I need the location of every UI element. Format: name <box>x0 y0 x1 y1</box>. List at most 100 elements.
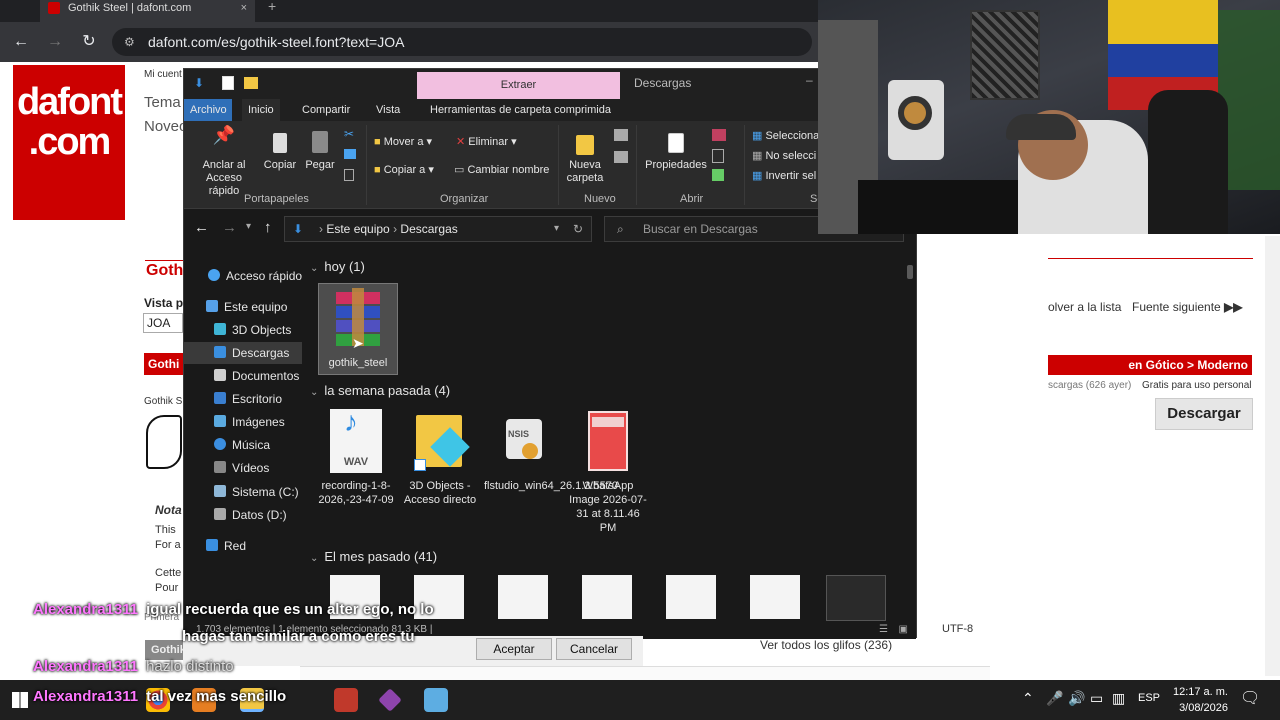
sidebar-item-red[interactable]: Red <box>206 535 246 557</box>
recent-locations-icon[interactable]: ▾ <box>246 221 251 232</box>
aceptar-button[interactable]: Aceptar <box>476 638 552 660</box>
sidebar-item-sistema-c[interactable]: Sistema (C:) <box>214 481 299 503</box>
sidebar-item-descargas[interactable]: Descargas <box>184 342 302 364</box>
page-scrollbar[interactable] <box>1265 236 1280 676</box>
ver-glifos-link[interactable]: Ver todos los glifos (236) <box>760 638 892 652</box>
quick-access-arrow-icon[interactable]: ⬇ <box>194 76 204 90</box>
breadcrumb-descargas[interactable]: Descargas <box>400 222 457 236</box>
notifications-icon[interactable]: 🗨 <box>1240 688 1260 708</box>
dafont-logo[interactable]: dafont .com <box>13 65 125 220</box>
reload-icon[interactable]: ↻ <box>78 31 100 53</box>
mi-cuenta-link[interactable]: Mi cuent <box>144 69 182 80</box>
copiar-a-button[interactable]: ■ Copiar a ▾ <box>374 163 434 176</box>
edit-icon[interactable] <box>712 149 724 163</box>
preview-text-input[interactable]: JOA <box>143 313 183 333</box>
url-input[interactable]: ⚙ dafont.com/es/gothik-steel.font?text=J… <box>112 28 812 56</box>
wav-file-icon[interactable] <box>666 575 716 619</box>
mover-a-button[interactable]: ■ Mover a ▾ <box>374 135 432 148</box>
group-header-semana[interactable]: ⌄ la semana pasada (4) <box>310 383 450 398</box>
cambiar-nombre-button[interactable]: ▭ Cambiar nombre <box>454 163 549 176</box>
sidebar-item-escritorio[interactable]: Escritorio <box>214 388 282 410</box>
microphone-icon[interactable]: 🎤 <box>1046 690 1063 707</box>
large-icons-view-icon[interactable]: ▣ <box>899 621 908 639</box>
pegar-button[interactable]: Pegar <box>302 129 338 172</box>
nav-up-icon[interactable]: ↑ <box>264 219 272 236</box>
paste-shortcut-icon[interactable] <box>344 169 354 181</box>
anclar-button[interactable]: 📌 Anclar al Acceso rápido <box>190 126 258 198</box>
sidebar-item-documentos[interactable]: Documentos <box>214 365 299 387</box>
open-icon[interactable] <box>712 129 726 141</box>
easy-access-icon[interactable] <box>614 151 628 163</box>
copy-path-icon[interactable] <box>344 149 356 159</box>
select-all-button[interactable]: ▦ Selecciona <box>752 129 819 142</box>
tab-archivo[interactable]: Archivo <box>184 99 232 121</box>
file-list-scrollbar[interactable] <box>904 251 916 619</box>
sidebar-item-videos[interactable]: Vídeos <box>214 457 269 479</box>
nueva-carpeta-button[interactable]: Nueva carpeta <box>564 129 606 185</box>
installer-icon[interactable] <box>826 575 886 621</box>
nav-back-icon[interactable]: ← <box>194 219 209 236</box>
sidebar-item-este-equipo[interactable]: Este equipo <box>206 296 287 318</box>
wav-file-icon[interactable] <box>750 575 800 619</box>
app-icon[interactable] <box>424 688 448 712</box>
show-hidden-icons-icon[interactable]: ⌃ <box>1022 690 1034 707</box>
network-icon[interactable]: ▥ <box>1112 690 1125 707</box>
sidebar-item-imagenes[interactable]: Imágenes <box>214 411 285 433</box>
tab-compartir[interactable]: Compartir <box>296 99 356 121</box>
refresh-icon[interactable]: ↻ <box>573 217 583 241</box>
windows-start-icon[interactable] <box>12 692 28 708</box>
chevron-down-icon[interactable]: ▾ <box>554 217 559 241</box>
file-item-3d-objects-shortcut[interactable]: 3D Objects - Acceso directo <box>400 407 480 507</box>
propiedades-button[interactable]: Propiedades <box>644 129 708 172</box>
select-none-button[interactable]: ▦ No selecci <box>752 149 816 162</box>
eliminar-button[interactable]: ✕ Eliminar ▾ <box>456 135 517 148</box>
extract-context-tab[interactable]: Extraer <box>417 72 620 99</box>
sidebar-item-musica[interactable]: Música <box>214 434 270 456</box>
back-arrow-icon[interactable]: ← <box>10 31 32 53</box>
nav-forward-icon[interactable]: → <box>222 219 237 236</box>
novedades-menu[interactable]: Noveo <box>144 118 187 135</box>
site-info-icon[interactable]: ⚙ <box>124 28 135 56</box>
language-indicator[interactable]: ESP <box>1138 692 1160 704</box>
new-tab-button[interactable]: + <box>268 0 276 14</box>
tab-vista[interactable]: Vista <box>370 99 406 121</box>
file-item-flstudio[interactable]: NSIS flstudio_win64_26.1.3.5570 <box>484 407 618 493</box>
sidebar-item-3d-objects[interactable]: 3D Objects <box>214 319 291 341</box>
clock[interactable]: 12:17 a. m. 3/08/2026 <box>1173 684 1228 716</box>
breadcrumb-equipo[interactable]: Este equipo <box>326 222 389 236</box>
wav-file-icon[interactable] <box>582 575 632 619</box>
properties-icon[interactable] <box>222 76 234 90</box>
file-item-recording[interactable]: ♪ WAV recording-1-8-2026,-23-47-09 <box>316 407 396 507</box>
cancelar-button[interactable]: Cancelar <box>556 638 632 660</box>
sidebar-item-datos-d[interactable]: Datos (D:) <box>214 504 287 526</box>
minimize-icon[interactable]: – <box>806 73 813 87</box>
app-icon[interactable] <box>334 688 358 712</box>
new-folder-icon[interactable] <box>244 77 258 89</box>
file-item-whatsapp-image[interactable]: WhatsApp Image 2026-07-31 at 8.11.46 PM <box>568 407 648 535</box>
sidebar-item-acceso-rapido[interactable]: Acceso rápido <box>208 265 302 287</box>
cut-icon[interactable]: ✂ <box>344 127 354 141</box>
descargar-button[interactable]: Descargar <box>1155 398 1253 430</box>
forward-arrow-icon[interactable]: → <box>44 31 66 53</box>
group-header-mes[interactable]: ⌄ El mes pasado (41) <box>310 549 437 564</box>
volume-icon[interactable]: 🔊 <box>1068 690 1085 707</box>
tab-inicio[interactable]: Inicio <box>242 99 280 121</box>
volver-link[interactable]: olver a la lista <box>1048 300 1121 314</box>
breadcrumb[interactable]: ⬇ › Este equipo › Descargas ▾ ↻ <box>284 216 592 242</box>
font-name-small[interactable]: Gothik S <box>144 396 182 407</box>
tema-menu[interactable]: Tema <box>144 94 181 111</box>
category-bar[interactable]: en Gótico > Moderno <box>1048 355 1252 375</box>
group-header-hoy[interactable]: ⌄ hoy (1) <box>310 259 365 274</box>
app-icon[interactable] <box>378 688 402 712</box>
close-tab-icon[interactable]: × <box>241 0 247 16</box>
details-view-icon[interactable]: ☰ <box>879 621 888 639</box>
invert-selection-button[interactable]: ▦ Invertir sel <box>752 169 816 182</box>
battery-icon[interactable]: ▭ <box>1090 690 1103 707</box>
browser-tab[interactable]: Gothik Steel | dafont.com × <box>40 0 255 22</box>
copiar-button[interactable]: Copiar <box>262 129 298 172</box>
new-item-icon[interactable] <box>614 129 628 141</box>
file-icon[interactable] <box>498 575 548 619</box>
fuente-siguiente-link[interactable]: Fuente siguiente ▶▶ <box>1132 300 1243 314</box>
history-icon[interactable] <box>712 169 724 181</box>
tab-herramientas[interactable]: Herramientas de carpeta comprimida <box>424 99 617 121</box>
